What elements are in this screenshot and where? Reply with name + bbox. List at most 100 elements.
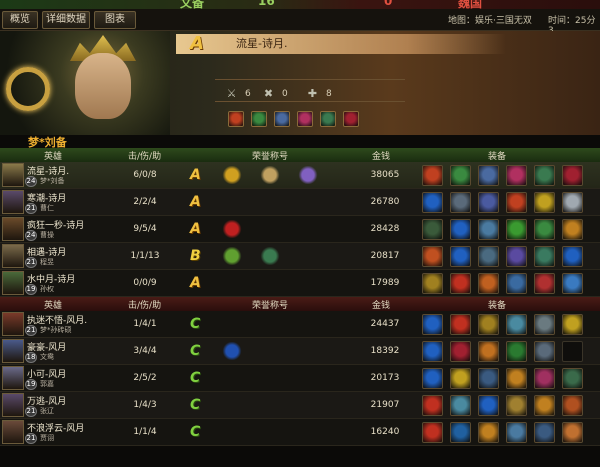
equipment-item-icon[interactable] xyxy=(534,165,555,186)
table-row[interactable]: 流星-诗月. 24 梦*刘备 6/0/8 A 38065 xyxy=(0,162,600,189)
equipment-item-icon[interactable] xyxy=(562,246,583,267)
equipment-item-icon[interactable] xyxy=(562,192,583,213)
equipment-item-icon[interactable] xyxy=(478,165,499,186)
equipment-item-icon[interactable] xyxy=(478,273,499,294)
equipment-item-icon[interactable] xyxy=(478,422,499,443)
hero-avatar[interactable] xyxy=(2,312,24,336)
equipment-item-icon[interactable] xyxy=(562,422,583,443)
equipment-item-icon[interactable] xyxy=(562,219,583,240)
equipment-item-icon[interactable] xyxy=(506,341,527,362)
equipment-item-icon[interactable] xyxy=(478,395,499,416)
hero-avatar[interactable] xyxy=(2,271,24,295)
featured-item-icon[interactable] xyxy=(228,111,244,127)
equipment-item-icon[interactable] xyxy=(422,192,443,213)
hero-avatar[interactable] xyxy=(2,339,24,363)
equipment-item-icon[interactable] xyxy=(506,422,527,443)
equipment-item-icon[interactable] xyxy=(450,368,471,389)
tab-overview[interactable]: 概览 xyxy=(2,11,38,29)
table-row[interactable]: 疯狂一秒-诗月 24 曹操 9/5/4 A 28428 xyxy=(0,216,600,243)
hero-level-badge: 21 xyxy=(25,257,37,268)
equipment-item-icon[interactable] xyxy=(450,341,471,362)
equipment-item-icon[interactable] xyxy=(534,422,555,443)
equipment-item-icon[interactable] xyxy=(478,314,499,335)
equipment-item-icon[interactable] xyxy=(534,341,555,362)
equipment-item-icon[interactable] xyxy=(534,219,555,240)
featured-hero-name: 流星-诗月. xyxy=(236,37,288,50)
equipment-item-icon[interactable] xyxy=(506,192,527,213)
featured-item-icon[interactable] xyxy=(274,111,290,127)
featured-item-icon[interactable] xyxy=(320,111,336,127)
equipment-item-icon[interactable] xyxy=(450,314,471,335)
tab-bar: 概览 详细数据 图表 地图：娱乐·三国无双 时间：25分3 xyxy=(0,9,600,36)
equipment-item-icon[interactable] xyxy=(478,368,499,389)
equipment-item-icon[interactable] xyxy=(506,273,527,294)
featured-item-icon[interactable] xyxy=(343,111,359,127)
equipment-item-icon[interactable] xyxy=(534,395,555,416)
equipment-item-icon[interactable] xyxy=(562,165,583,186)
kda-value: 1/4/3 xyxy=(133,400,157,410)
equipment-item-icon[interactable] xyxy=(422,368,443,389)
hero-avatar[interactable] xyxy=(2,393,24,417)
equipment-item-icon[interactable] xyxy=(422,395,443,416)
hero-avatar[interactable] xyxy=(2,190,24,214)
equipment-item-icon[interactable] xyxy=(534,246,555,267)
equipment-item-icon[interactable] xyxy=(534,314,555,335)
empty-item-slot[interactable] xyxy=(562,341,583,362)
equipment-item-icon[interactable] xyxy=(534,368,555,389)
table-row[interactable]: 小可-风月 19 郭嘉 2/5/2 C 20173 xyxy=(0,365,600,392)
hero-avatar[interactable] xyxy=(2,420,24,444)
equipment-item-icon[interactable] xyxy=(422,165,443,186)
equipment-item-icon[interactable] xyxy=(534,192,555,213)
equipment-item-icon[interactable] xyxy=(450,273,471,294)
equipment-item-icon[interactable] xyxy=(478,219,499,240)
equipment-item-icon[interactable] xyxy=(562,273,583,294)
tab-charts[interactable]: 图表 xyxy=(94,11,136,29)
equipment-item-icon[interactable] xyxy=(422,246,443,267)
equipment-item-icon[interactable] xyxy=(422,341,443,362)
table-row[interactable]: 不浪浮云-风月 21 贾诩 1/1/4 C 16240 xyxy=(0,419,600,446)
equipment-item-icon[interactable] xyxy=(450,165,471,186)
equipment-item-icon[interactable] xyxy=(422,422,443,443)
equipment-item-icon[interactable] xyxy=(450,422,471,443)
hero-level-badge: 21 xyxy=(25,203,37,214)
equipment-item-icon[interactable] xyxy=(478,192,499,213)
equipment-item-icon[interactable] xyxy=(562,368,583,389)
performance-grade: C xyxy=(190,424,201,440)
table-row[interactable]: 万逃-风月 21 张辽 1/4/3 C 21907 xyxy=(0,392,600,419)
gold-value: 20817 xyxy=(370,251,400,261)
equipment-item-icon[interactable] xyxy=(450,219,471,240)
tab-detailed-data[interactable]: 详细数据 xyxy=(42,11,90,29)
equipment-item-icon[interactable] xyxy=(450,192,471,213)
equipment-item-icon[interactable] xyxy=(562,395,583,416)
gold-value: 28428 xyxy=(370,224,400,234)
table-row[interactable]: 执迷不悟-风月. 21 梦*孙砖硕 1/4/1 C 24437 xyxy=(0,311,600,338)
table-row[interactable]: 豪豪-风月 18 文鸯 3/4/4 C 18392 xyxy=(0,338,600,365)
table-row[interactable]: 相遇-诗月 21 程昱 1/1/13 B 20817 xyxy=(0,243,600,270)
equipment-item-icon[interactable] xyxy=(506,165,527,186)
equipment-item-icon[interactable] xyxy=(562,314,583,335)
equipment-item-icon[interactable] xyxy=(422,314,443,335)
equipment-item-icon[interactable] xyxy=(478,246,499,267)
hero-level-badge: 24 xyxy=(25,230,37,241)
equipment-item-icon[interactable] xyxy=(506,395,527,416)
hero-avatar[interactable] xyxy=(2,217,24,241)
equipment-item-icon[interactable] xyxy=(506,314,527,335)
equipment-item-icon[interactable] xyxy=(534,273,555,294)
gold-value: 18392 xyxy=(370,346,400,356)
equipment-item-icon[interactable] xyxy=(422,273,443,294)
featured-item-icon[interactable] xyxy=(251,111,267,127)
equipment-item-icon[interactable] xyxy=(478,341,499,362)
table-row[interactable]: 寒潮-诗月 21 曹仁 2/2/4 A 26780 xyxy=(0,189,600,216)
equipment-item-icon[interactable] xyxy=(450,395,471,416)
player-name: 程昱 xyxy=(40,258,54,266)
featured-item-icon[interactable] xyxy=(297,111,313,127)
equipment-item-icon[interactable] xyxy=(506,219,527,240)
hero-avatar[interactable] xyxy=(2,244,24,268)
hero-avatar[interactable] xyxy=(2,163,24,187)
table-row[interactable]: 水中月-诗月 19 孙权 0/0/9 A 17989 xyxy=(0,270,600,297)
equipment-item-icon[interactable] xyxy=(422,219,443,240)
hero-avatar[interactable] xyxy=(2,366,24,390)
equipment-item-icon[interactable] xyxy=(450,246,471,267)
equipment-item-icon[interactable] xyxy=(506,246,527,267)
equipment-item-icon[interactable] xyxy=(506,368,527,389)
